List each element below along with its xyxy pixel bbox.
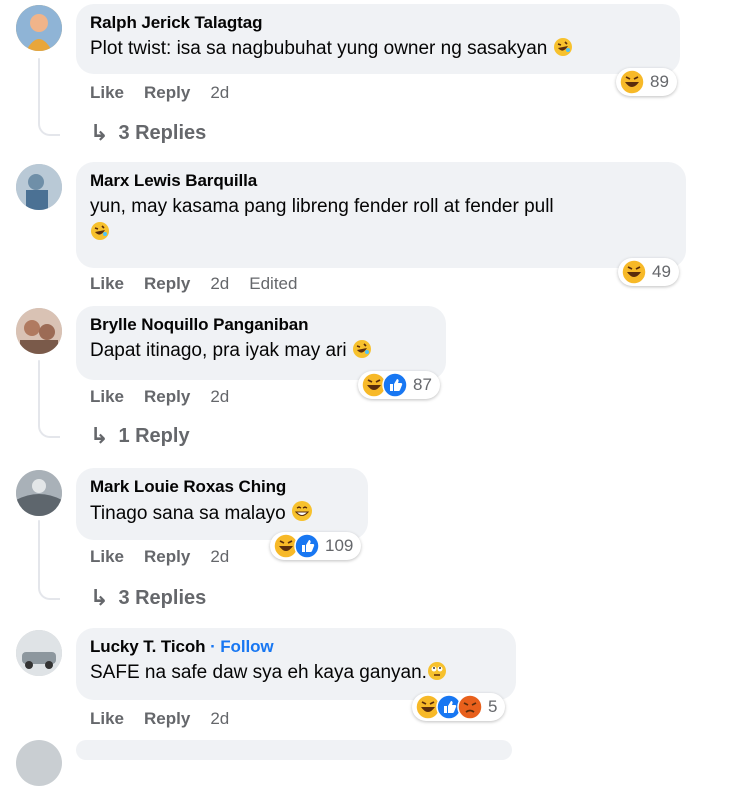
like-button[interactable]: Like (90, 709, 124, 729)
comment-bubble (76, 740, 512, 760)
reply-arrow-icon: ↳ (90, 423, 109, 448)
like-button[interactable]: Like (90, 274, 124, 294)
reaction-count: 49 (652, 262, 671, 281)
comment-text: yun, may kasama pang libreng fender roll… (90, 194, 672, 249)
timestamp[interactable]: 2d (210, 709, 229, 729)
thread-curve (38, 418, 60, 438)
angry-icon (457, 694, 483, 720)
thread-curve (38, 116, 60, 136)
comment-author[interactable]: Marx Lewis Barquilla (90, 170, 672, 192)
separator-dot: · (210, 637, 216, 656)
reply-button[interactable]: Reply (144, 83, 190, 103)
comment-actions: Like Reply 2d (90, 83, 249, 103)
reply-arrow-icon: ↳ (90, 585, 109, 610)
comment-actions: Like Reply 2d (90, 709, 249, 729)
reaction-count: 89 (650, 72, 669, 91)
reaction-summary[interactable]: 109 (270, 532, 362, 560)
view-replies-button[interactable]: ↳ 3 Replies (90, 585, 206, 611)
avatar[interactable] (16, 630, 62, 676)
timestamp[interactable]: 2d (210, 547, 229, 567)
comment-author[interactable]: Mark Louie Roxas Ching (90, 476, 354, 498)
reply-button[interactable]: Reply (144, 274, 190, 294)
comment-text-content: SAFE na safe daw sya eh kaya ganyan. (90, 662, 427, 683)
comment-actions: Like Reply 2d Edited (90, 274, 317, 294)
thread-line (38, 520, 40, 582)
thread-line (38, 58, 40, 118)
like-button[interactable]: Like (90, 83, 124, 103)
follow-button[interactable]: Follow (220, 637, 273, 656)
reaction-summary[interactable]: 49 (618, 258, 679, 286)
comment-text: Tinago sana sa malayo (90, 500, 354, 530)
replies-count: 3 Replies (118, 121, 207, 144)
reaction-count: 87 (413, 375, 432, 394)
replies-count: 3 Replies (118, 586, 207, 609)
comment-text-content: Plot twist: isa sa nagbubuhat yung owner… (90, 38, 548, 59)
view-replies-button[interactable]: ↳ 3 Replies (90, 120, 206, 146)
comment-text-content: Dapat itinago, pra iyak may ari (90, 340, 347, 361)
reply-button[interactable]: Reply (144, 709, 190, 729)
grin-emoji-icon (291, 500, 313, 530)
comment-text-content: Tinago sana sa malayo (90, 503, 286, 524)
timestamp[interactable]: 2d (210, 274, 229, 294)
comment-bubble: Marx Lewis Barquilla yun, may kasama pan… (76, 162, 686, 268)
comment-text: Plot twist: isa sa nagbubuhat yung owner… (90, 36, 666, 65)
reply-arrow-icon: ↳ (90, 120, 109, 145)
like-reaction-icon (382, 372, 408, 398)
avatar[interactable] (16, 5, 62, 51)
edited-label: Edited (249, 274, 298, 293)
rofl-emoji-icon (352, 339, 372, 367)
rofl-emoji-icon (553, 37, 573, 65)
haha-icon (621, 259, 647, 285)
comment-author[interactable]: Ralph Jerick Talagtag (90, 12, 666, 34)
timestamp[interactable]: 2d (210, 83, 229, 103)
timestamp[interactable]: 2d (210, 387, 229, 407)
avatar[interactable] (16, 164, 62, 210)
rolling-eyes-emoji-icon (427, 661, 447, 689)
like-reaction-icon (294, 533, 320, 559)
reaction-count: 109 (325, 536, 354, 555)
reaction-summary[interactable]: 89 (616, 68, 677, 96)
reaction-summary[interactable]: 5 (412, 693, 506, 721)
comment-bubble: Brylle Noquillo Panganiban Dapat itinago… (76, 306, 446, 380)
avatar[interactable] (16, 470, 62, 516)
rofl-emoji-icon (90, 221, 110, 249)
comment-author[interactable]: Brylle Noquillo Panganiban (90, 314, 432, 336)
comment-text-content: yun, may kasama pang libreng fender roll… (90, 196, 554, 217)
view-replies-button[interactable]: ↳ 1 Reply (90, 423, 190, 449)
comment-text: Dapat itinago, pra iyak may ari (90, 338, 432, 367)
like-button[interactable]: Like (90, 547, 124, 567)
thread-line (38, 360, 40, 420)
replies-count: 1 Reply (118, 424, 190, 447)
reply-button[interactable]: Reply (144, 387, 190, 407)
comment-bubble: Lucky T. Ticoh · Follow SAFE na safe daw… (76, 628, 516, 700)
comment-text: SAFE na safe daw sya eh kaya ganyan. (90, 660, 502, 689)
comment-actions: Like Reply 2d (90, 387, 249, 407)
comment-bubble: Mark Louie Roxas Ching Tinago sana sa ma… (76, 468, 368, 540)
comment-actions: Like Reply 2d (90, 547, 249, 567)
avatar[interactable] (16, 308, 62, 354)
comment-author-name[interactable]: Lucky T. Ticoh (90, 637, 206, 656)
like-button[interactable]: Like (90, 387, 124, 407)
comment-bubble: Ralph Jerick Talagtag Plot twist: isa sa… (76, 4, 680, 74)
thread-curve (38, 580, 60, 600)
reaction-summary[interactable]: 87 (358, 371, 440, 399)
comment-author: Lucky T. Ticoh · Follow (90, 636, 502, 658)
haha-icon (619, 69, 645, 95)
reaction-count: 5 (488, 697, 498, 716)
reply-button[interactable]: Reply (144, 547, 190, 567)
